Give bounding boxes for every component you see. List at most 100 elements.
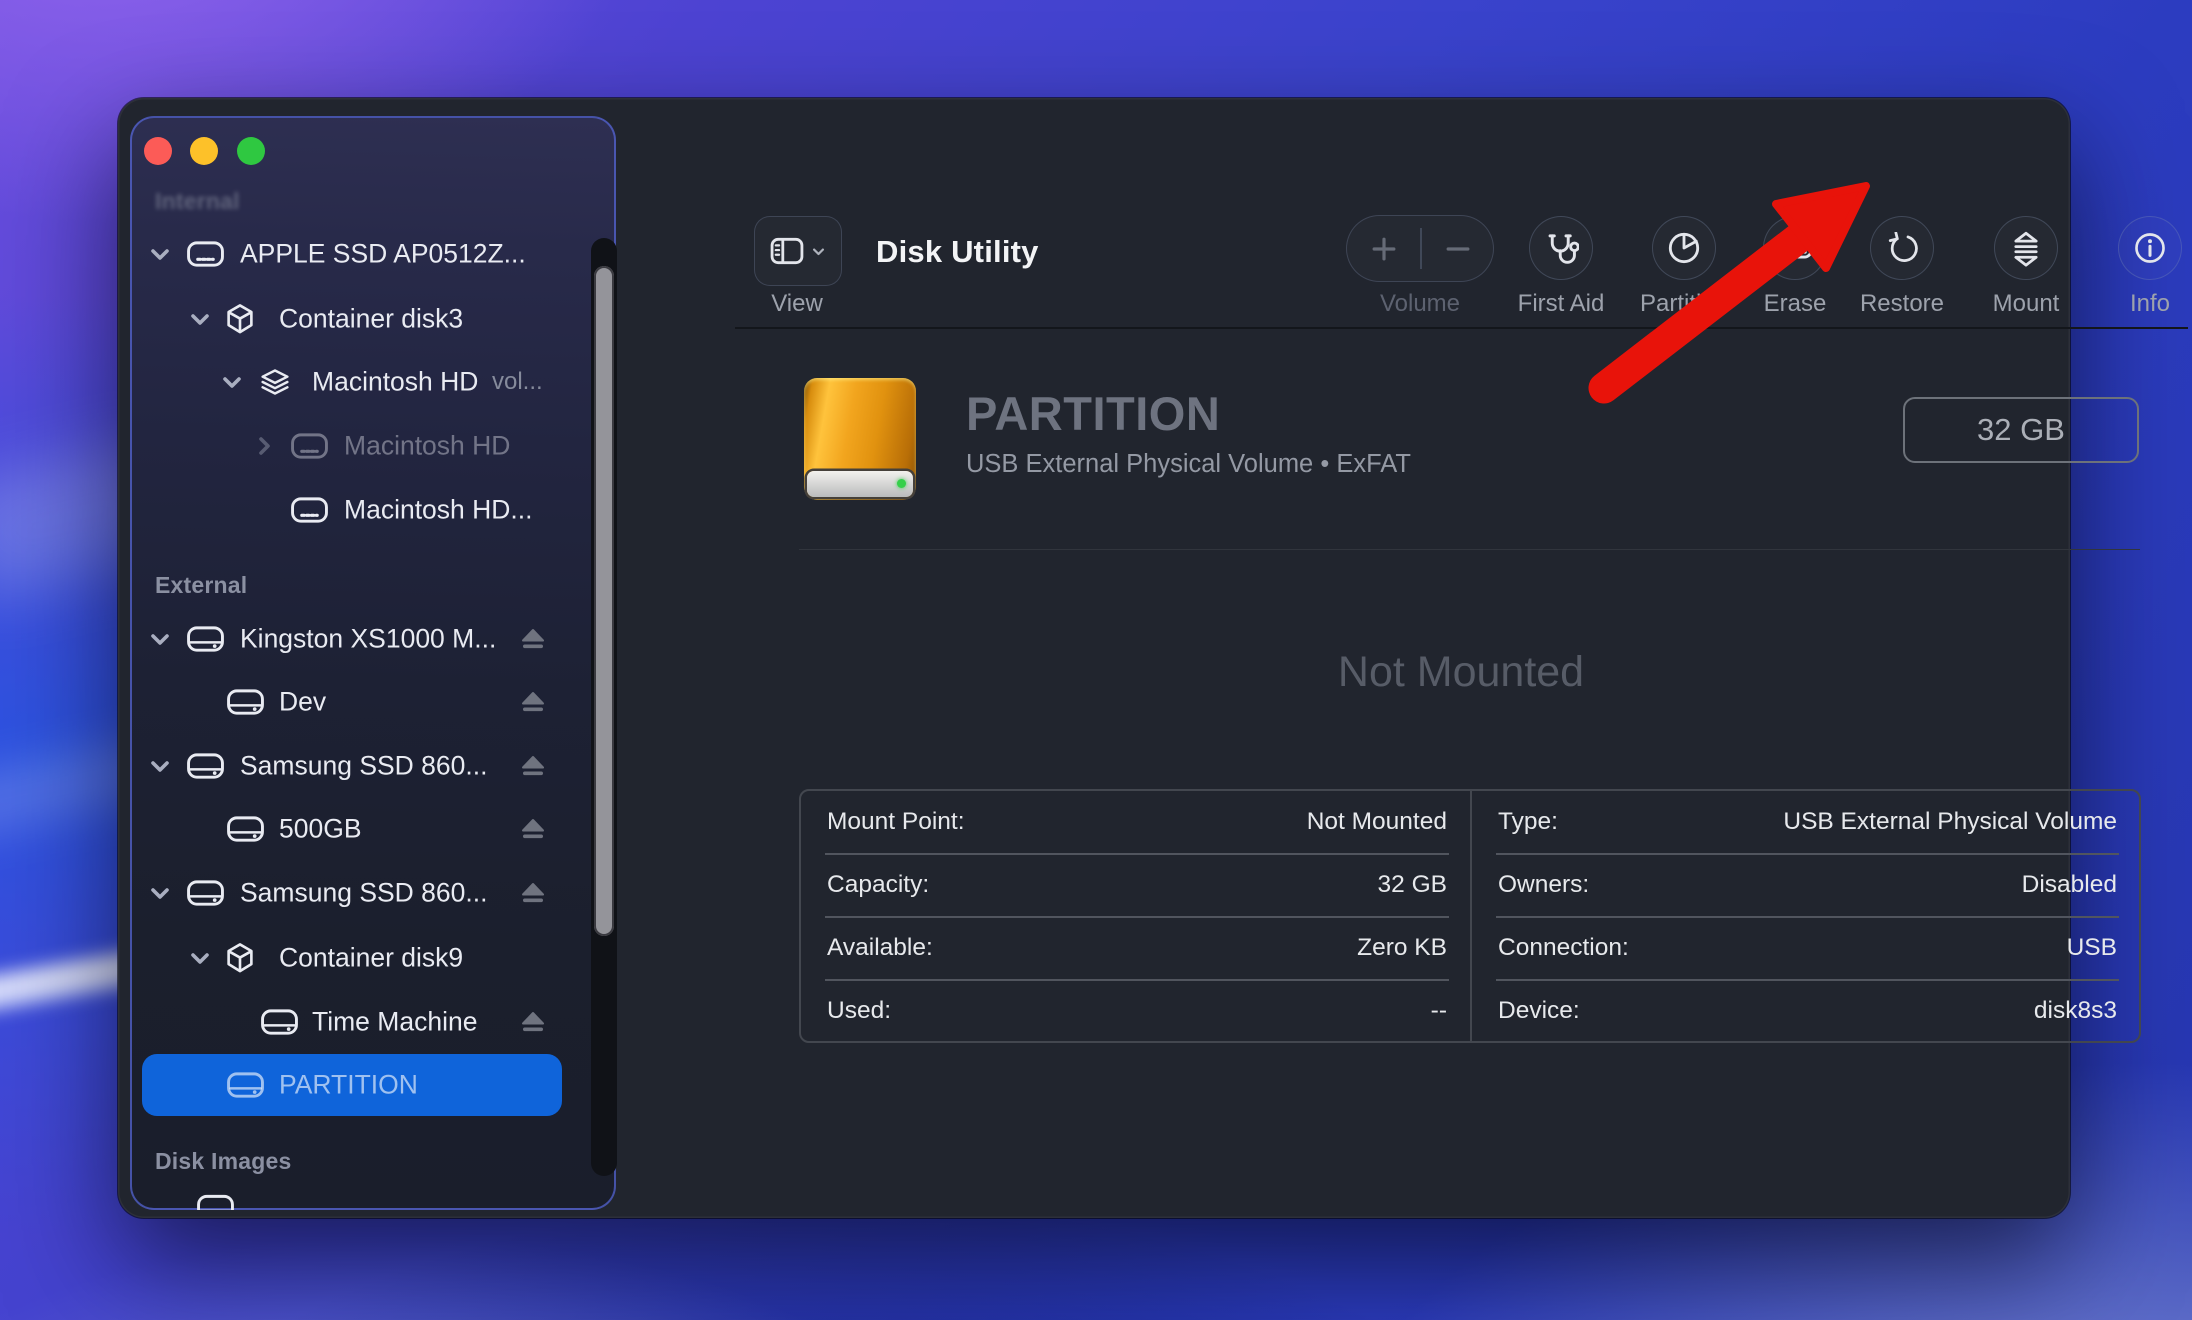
chevron-down-icon[interactable] [148, 754, 172, 778]
restore-arrow-icon [1886, 232, 1919, 265]
container-icon [226, 942, 254, 974]
sidebar-item-label: Container disk9 [279, 942, 464, 973]
detail-value: Not Mounted [1306, 808, 1447, 835]
volume-label: Volume [1379, 290, 1461, 317]
detail-label: Owners: [1498, 871, 1590, 898]
internal-drive-icon [290, 431, 329, 462]
sidebar-item-label: 500GB [279, 813, 362, 844]
detail-label: Available: [827, 934, 933, 961]
view-button-label: View [771, 290, 823, 317]
sidebar-item-time-machine[interactable]: Time Machine [142, 990, 562, 1054]
sidebar-item-500gb[interactable]: 500GB [142, 797, 562, 861]
section-header-external: External [155, 572, 248, 598]
external-drive-icon [226, 1070, 265, 1101]
eject-button[interactable] [520, 882, 546, 904]
sidebar-item-apple-ssd[interactable]: APPLE SSD AP0512Z... [142, 222, 562, 286]
drive-led [897, 479, 906, 488]
minimize-button[interactable] [190, 137, 218, 165]
detail-label: Connection: [1498, 934, 1629, 961]
chevron-down-icon[interactable] [148, 242, 172, 266]
partial-disk-image-item[interactable] [196, 1192, 236, 1210]
external-drive-image [804, 378, 916, 500]
first-aid-button[interactable] [1529, 216, 1593, 280]
remove-volume-button[interactable] [1421, 216, 1494, 281]
detail-value: Zero KB [1357, 934, 1447, 961]
sidebar-item-macintosh-hd-snapshot[interactable]: Macintosh HD... [142, 478, 562, 542]
mount-button[interactable] [1994, 216, 2058, 280]
detail-value: disk8s3 [2033, 997, 2117, 1024]
info-button[interactable] [2118, 216, 2182, 280]
eject-button[interactable] [520, 755, 546, 777]
close-button[interactable] [144, 137, 172, 165]
eject-button[interactable] [520, 818, 546, 840]
mount-status-text: Not Mounted [1337, 648, 1585, 696]
sidebar-item-suffix: vol... [492, 368, 543, 395]
detail-connection: Connection: USB [1498, 917, 2117, 979]
eject-button[interactable] [520, 628, 546, 650]
volume-title: PARTITION [966, 387, 1221, 440]
panel-vertical-divider [1470, 791, 1472, 1041]
eject-button[interactable] [520, 691, 546, 713]
detail-label: Used: [827, 997, 892, 1024]
stethoscope-icon [1544, 231, 1579, 266]
detail-value: USB [2066, 934, 2117, 961]
sidebar-scrollbar-thumb[interactable] [594, 266, 614, 936]
erase-button[interactable] [1763, 216, 1827, 280]
chevron-down-icon[interactable] [148, 627, 172, 651]
container-icon [226, 303, 254, 335]
sidebar-item-dev[interactable]: Dev [142, 670, 562, 734]
chevron-down-icon[interactable] [220, 370, 244, 394]
zoom-button[interactable] [237, 137, 265, 165]
sidebar-item-partition-selected[interactable]: PARTITION [142, 1054, 562, 1116]
detail-mount-point: Mount Point: Not Mounted [827, 791, 1447, 853]
detail-used: Used: -- [827, 980, 1447, 1042]
minus-icon [1443, 234, 1473, 264]
info-label: Info [2129, 290, 2171, 317]
partition-button[interactable] [1652, 216, 1716, 280]
sidebar-item-samsung-2[interactable]: Samsung SSD 860... [142, 861, 562, 925]
restore-button[interactable] [1870, 216, 1934, 280]
sidebar-item-label: Time Machine [312, 1006, 478, 1037]
external-drive-icon [260, 1007, 299, 1038]
sidebar-item-label: Samsung SSD 860... [240, 750, 488, 781]
view-button[interactable] [754, 216, 842, 286]
detail-available: Available: Zero KB [827, 917, 1447, 979]
detail-value: 32 GB [1377, 871, 1447, 898]
sidebar-item-label: PARTITION [279, 1069, 418, 1100]
sidebar-item-container-disk3[interactable]: Container disk3 [142, 287, 562, 351]
sidebar-item-samsung-1[interactable]: Samsung SSD 860... [142, 734, 562, 798]
eject-button[interactable] [520, 1011, 546, 1033]
external-drive-icon [226, 814, 265, 845]
sidebar-item-label: Macintosh HD... [344, 494, 533, 525]
sidebar-item-macintosh-hd-group[interactable]: Macintosh HD vol... [142, 350, 562, 414]
sidebar-item-label: APPLE SSD AP0512Z... [240, 238, 526, 269]
chevron-down-icon[interactable] [148, 881, 172, 905]
section-header-internal: Internal [155, 188, 240, 214]
sidebar-item-label: Macintosh HD [344, 430, 511, 461]
sidebar-item-label: Kingston XS1000 M... [240, 623, 497, 654]
chevron-right-icon[interactable] [252, 434, 276, 458]
volume-button-group [1346, 215, 1494, 282]
chevron-down-icon[interactable] [188, 307, 212, 331]
add-volume-button[interactable] [1347, 216, 1420, 281]
mount-icon [2011, 230, 2041, 267]
volume-group-icon [260, 368, 290, 396]
detail-type: Type: USB External Physical Volume [1498, 791, 2117, 853]
detail-owners: Owners: Disabled [1498, 854, 2117, 916]
plus-icon [1369, 234, 1399, 264]
detail-capacity: Capacity: 32 GB [827, 854, 1447, 916]
internal-drive-icon [290, 495, 329, 526]
content-divider [799, 549, 2140, 550]
size-badge-text: 32 GB [1977, 412, 2065, 447]
erase-disk-icon [1776, 232, 1814, 265]
sidebar-item-macintosh-hd-dimmed[interactable]: Macintosh HD [142, 414, 562, 478]
section-header-disk-images: Disk Images [155, 1148, 292, 1174]
chevron-down-icon[interactable] [188, 946, 212, 970]
chevron-down-icon [811, 244, 826, 259]
sidebar-item-label: Container disk3 [279, 303, 464, 334]
volume-subtitle: USB External Physical Volume • ExFAT [966, 450, 1411, 478]
toolbar-divider [735, 327, 2188, 329]
sidebar-item-container-disk9[interactable]: Container disk9 [142, 926, 562, 990]
details-panel: Mount Point: Not Mounted Capacity: 32 GB… [799, 789, 2141, 1043]
sidebar-item-kingston[interactable]: Kingston XS1000 M... [142, 607, 562, 671]
